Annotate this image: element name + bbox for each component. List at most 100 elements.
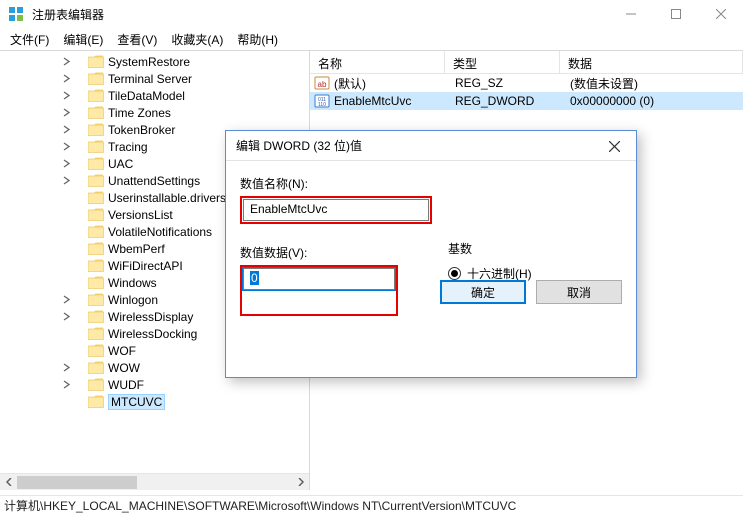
expand-icon[interactable] [60, 243, 72, 255]
value-data-input[interactable]: 0 [243, 268, 395, 290]
dialog-title: 编辑 DWORD (32 位)值 [236, 137, 362, 154]
tree-item-label: WiFiDirectAPI [108, 259, 183, 273]
expand-icon[interactable] [60, 345, 72, 357]
tree-item-label: MTCUVC [108, 394, 165, 410]
tree-item-label: TokenBroker [108, 123, 175, 137]
tree-horizontal-scrollbar[interactable] [0, 473, 309, 490]
tree-item[interactable]: MTCUVC [60, 393, 309, 410]
expand-icon[interactable] [60, 362, 72, 374]
ok-button[interactable]: 确定 [440, 280, 526, 304]
dialog-titlebar[interactable]: 编辑 DWORD (32 位)值 [226, 131, 636, 161]
menu-view[interactable]: 查看(V) [111, 29, 163, 50]
tree-item-label: UAC [108, 157, 133, 171]
window-close-button[interactable] [698, 0, 743, 28]
expand-icon[interactable] [60, 124, 72, 136]
dialog-close-button[interactable] [596, 133, 632, 159]
folder-icon [88, 157, 104, 171]
folder-icon [88, 259, 104, 273]
expand-icon[interactable] [60, 107, 72, 119]
expand-icon[interactable] [60, 277, 72, 289]
expand-icon[interactable] [60, 158, 72, 170]
tree-item-label: Tracing [108, 140, 148, 154]
menubar: 文件(F) 编辑(E) 查看(V) 收藏夹(A) 帮助(H) [0, 28, 743, 50]
value-name-input[interactable]: EnableMtcUvc [243, 199, 429, 221]
window-title: 注册表编辑器 [32, 6, 104, 23]
expand-icon[interactable] [60, 396, 72, 408]
tree-item-label: WOW [108, 361, 140, 375]
folder-icon [88, 378, 104, 392]
scroll-right-button[interactable] [292, 474, 309, 491]
svg-text:ab: ab [318, 80, 327, 89]
radio-icon [448, 267, 461, 280]
tree-item[interactable]: Time Zones [60, 104, 309, 121]
cancel-button[interactable]: 取消 [536, 280, 622, 304]
scroll-thumb[interactable] [17, 476, 137, 489]
tree-item-label: SystemRestore [108, 55, 190, 69]
expand-icon[interactable] [60, 328, 72, 340]
folder-icon [88, 191, 104, 205]
tree-item-label: Winlogon [108, 293, 158, 307]
tree-item-label: Userinstallable.drivers [108, 191, 226, 205]
tree-item[interactable]: SystemRestore [60, 53, 309, 70]
expand-icon[interactable] [60, 90, 72, 102]
tree-item-label: UnattendSettings [108, 174, 200, 188]
expand-icon[interactable] [60, 379, 72, 391]
folder-icon [88, 310, 104, 324]
folder-icon [88, 72, 104, 86]
list-cell-data: (数值未设置) [562, 75, 743, 92]
statusbar-path: 计算机\HKEY_LOCAL_MACHINE\SOFTWARE\Microsof… [4, 497, 516, 514]
tree-item[interactable]: TileDataModel [60, 87, 309, 104]
tree-item-label: Windows [108, 276, 157, 290]
list-cell-name: EnableMtcUvc [334, 94, 447, 108]
list-cell-data: 0x00000000 (0) [562, 94, 743, 108]
tree-item-label: WOF [108, 344, 136, 358]
tree-item[interactable]: Terminal Server [60, 70, 309, 87]
column-header-data[interactable]: 数据 [560, 51, 743, 73]
column-header-name[interactable]: 名称 [310, 51, 445, 73]
expand-icon[interactable] [60, 226, 72, 238]
tree-item[interactable]: WUDF [60, 376, 309, 393]
folder-icon [88, 225, 104, 239]
string-value-icon: ab [314, 75, 330, 91]
tree-item-label: TileDataModel [108, 89, 185, 103]
expand-icon[interactable] [60, 141, 72, 153]
expand-icon[interactable] [60, 260, 72, 272]
folder-icon [88, 89, 104, 103]
column-header-type[interactable]: 类型 [445, 51, 560, 73]
expand-icon[interactable] [60, 192, 72, 204]
folder-icon [88, 395, 104, 409]
folder-icon [88, 276, 104, 290]
list-row[interactable]: ab(默认)REG_SZ(数值未设置) [310, 74, 743, 92]
dword-value-icon: 011110 [314, 93, 330, 109]
expand-icon[interactable] [60, 294, 72, 306]
expand-icon[interactable] [60, 73, 72, 85]
tree-item-label: Time Zones [108, 106, 171, 120]
tree-item-label: WbemPerf [108, 242, 165, 256]
maximize-button[interactable] [653, 0, 698, 28]
folder-icon [88, 242, 104, 256]
menu-favorites[interactable]: 收藏夹(A) [165, 29, 229, 50]
app-icon [8, 6, 24, 22]
base-groupbox-label: 基数 [448, 240, 532, 257]
tree-item-label: VersionsList [108, 208, 173, 222]
menu-edit[interactable]: 编辑(E) [57, 29, 109, 50]
list-header: 名称 类型 数据 [310, 51, 743, 74]
menu-help[interactable]: 帮助(H) [231, 29, 284, 50]
minimize-button[interactable] [608, 0, 653, 28]
value-data-label: 数值数据(V): [240, 244, 430, 261]
expand-icon[interactable] [60, 311, 72, 323]
folder-icon [88, 123, 104, 137]
tree-item-label: WirelessDocking [108, 327, 197, 341]
edit-dword-dialog: 编辑 DWORD (32 位)值 数值名称(N): EnableMtcUvc 数… [225, 130, 637, 378]
folder-icon [88, 106, 104, 120]
menu-file[interactable]: 文件(F) [4, 29, 55, 50]
expand-icon[interactable] [60, 175, 72, 187]
list-row[interactable]: 011110EnableMtcUvcREG_DWORD0x00000000 (0… [310, 92, 743, 110]
tree-item-label: VolatileNotifications [108, 225, 212, 239]
highlight-value-data: 0 [240, 265, 398, 316]
scroll-left-button[interactable] [0, 474, 17, 491]
expand-icon[interactable] [60, 56, 72, 68]
folder-icon [88, 208, 104, 222]
expand-icon[interactable] [60, 209, 72, 221]
tree-item-label: WUDF [108, 378, 144, 392]
